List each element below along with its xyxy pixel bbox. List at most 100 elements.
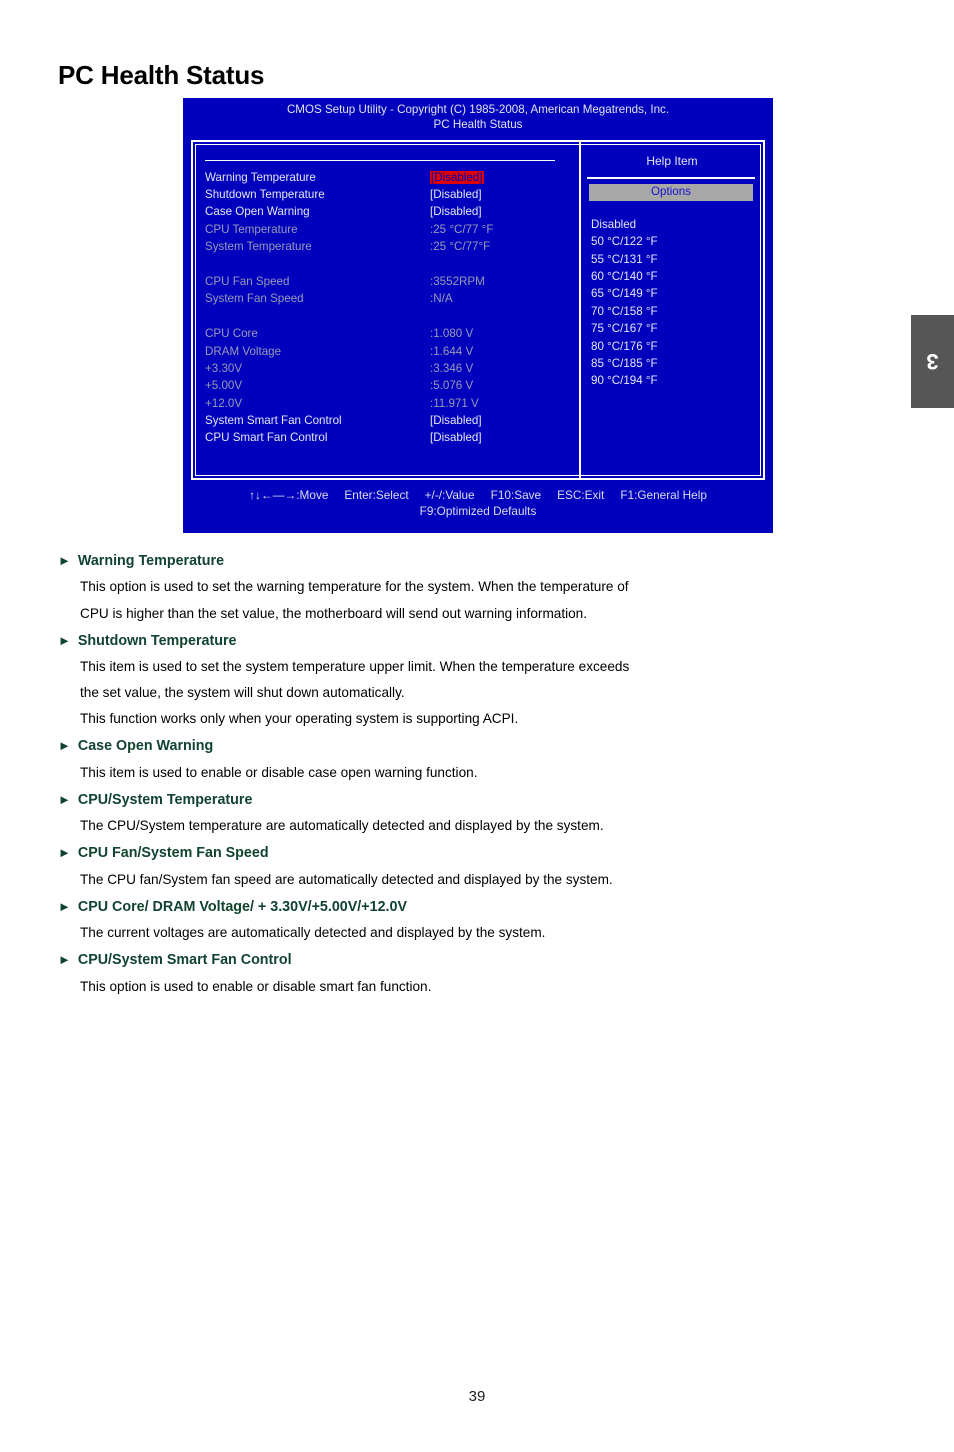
bios-footer: ↑↓←—→:Move Enter:Select +/-/:Value F10:Save… [183,488,773,519]
triangle-right-icon: ► [58,845,71,861]
section-paragraph: This function works only when your opera… [80,711,519,727]
bios-setting-row[interactable]: System Smart Fan Control [Disabled] [205,412,569,429]
description-content: ► Warning Temperature This option is used … [58,551,888,1004]
bios-setting-label: +12.0V [205,396,243,410]
section-heading-text: CPU Fan/System Fan Speed [77,845,269,862]
section-heading: ► CPU/System Temperature [58,790,888,811]
bios-setting-value-selected[interactable]: [Disabled] [430,170,484,185]
options-list: Disabled 50 °C/122 °F 55 °C/131 °F 60 °C/14… [581,218,763,392]
section-heading: ► CPU/System Smart Fan Control [58,950,888,971]
bios-setting-value[interactable]: :3552RPM [430,275,485,289]
bios-setting-row[interactable]: Shutdown Temperature [Disabled] [205,186,569,203]
section-paragraph: CPU is higher than the set value, the mo… [80,605,588,621]
bios-row-spacer [205,256,569,273]
section-heading: ► Shutdown Temperature [58,631,888,652]
bios-setting-label: System Temperature [205,240,312,254]
section-paragraph: The CPU/System temperature are automatic… [80,818,604,834]
bios-setting-row[interactable]: CPU Temperature :25 °C/77 °F [205,221,569,238]
section-body: The current voltages are automatically d… [80,920,888,946]
option-item[interactable]: 60 °C/140 °F [591,270,763,287]
bios-setting-row[interactable]: Warning Temperature [Disabled] [205,169,569,186]
bios-setting-label: Case Open Warning [205,205,310,219]
bios-setting-label: Shutdown Temperature [205,188,325,202]
section-body: This option is used to set the warning t… [80,574,888,626]
bios-setting-label: DRAM Voltage [205,344,282,358]
section-paragraph: This option is used to set the warning t… [80,579,629,595]
bios-setting-row[interactable]: +5.00V :5.076 V [205,378,569,395]
bios-setting-label: Warning Temperature [205,170,316,184]
bios-item-list: Warning Temperature [Disabled] Shutdown Te… [193,169,579,447]
bios-setting-value[interactable]: [Disabled] [430,188,482,202]
section-paragraph: This option is used to enable or disable… [80,978,432,994]
section-heading-text: Shutdown Temperature [77,632,237,649]
bios-setting-row[interactable]: +3.30V :3.346 V [205,360,569,377]
section-body: The CPU fan/System fan speed are automat… [80,867,888,893]
option-item[interactable]: 75 °C/167 °F [591,322,763,339]
bios-setting-value[interactable]: [Disabled] [430,431,482,445]
bios-setting-value[interactable]: :5.076 V [430,379,473,393]
bios-setting-row[interactable]: System Temperature :25 °C/77°F [205,239,569,256]
bios-setting-label: System Fan Speed [205,292,304,306]
bios-setting-value[interactable]: :11.971 V [430,397,479,411]
bios-setting-value[interactable]: :3.346 V [430,362,473,376]
section-heading-text: CPU/System Smart Fan Control [77,952,292,969]
bios-setting-label: CPU Fan Speed [205,274,290,288]
bios-setting-label: CPU Temperature [205,222,298,236]
bios-setting-row[interactable]: CPU Smart Fan Control [Disabled] [205,430,569,447]
section-body: This option is used to enable or disable… [80,974,888,1000]
section-heading-text: Warning Temperature [77,553,225,569]
triangle-right-icon: ► [58,952,71,968]
bios-setting-value[interactable]: :N/A [430,292,453,306]
option-item[interactable]: 65 °C/149 °F [591,287,763,304]
option-item[interactable]: 80 °C/176 °F [591,340,763,357]
bios-setting-row[interactable]: System Fan Speed :N/A [205,291,569,308]
section-body: This item is used to set the system temp… [80,654,888,732]
triangle-right-icon: ► [58,632,71,648]
bios-key-hint: +/-/:Value [424,488,475,502]
bios-setting-row[interactable]: CPU Fan Speed :3552RPM [205,273,569,290]
option-item[interactable]: 55 °C/131 °F [591,253,763,270]
section-heading: ► Warning Temperature [58,551,888,572]
triangle-right-icon: ► [58,898,71,914]
section-heading: ► CPU Core/ DRAM Voltage/ + 3.30V/+5.00V/… [58,897,888,918]
bios-setting-value[interactable]: :25 °C/77 °F [430,223,493,237]
option-item[interactable]: 70 °C/158 °F [591,305,763,322]
section-heading-text: CPU Core/ DRAM Voltage/ + 3.30V/+5.00V/+… [77,898,407,915]
bios-setting-row[interactable]: Case Open Warning [Disabled] [205,204,569,221]
bios-setting-label: CPU Smart Fan Control [205,431,328,445]
page-title: PC Health Status [58,60,265,90]
bios-setting-value[interactable]: :1.080 V [430,327,473,341]
bios-key-hint: F1:General Help [620,488,707,502]
bios-setting-row[interactable]: CPU Core:1.080 V [205,326,569,343]
option-item[interactable]: 85 °C/185 °F [591,357,763,374]
bios-setting-value[interactable]: [Disabled] [430,414,482,428]
option-item[interactable]: Disabled [591,218,763,235]
bios-setting-row[interactable]: DRAM Voltage :1.644 V [205,343,569,360]
bios-setting-value[interactable]: [Disabled] [430,205,482,219]
section-heading-text: CPU/System Temperature [77,791,253,808]
bios-key-hints: ↑↓←—→:Move Enter:Select +/-/:Value F10:Save… [183,488,773,502]
option-item[interactable]: 90 °C/194 °F [591,374,763,391]
options-bar-label: Options [589,183,753,201]
bios-help-panel: Help Item Options Disabled 50 °C/122 °F 55… [581,142,763,478]
option-item[interactable]: 50 °C/122 °F [591,235,763,252]
bios-setting-row[interactable]: +12.0V :11.971 V [205,395,569,412]
section-heading: ► CPU Fan/System Fan Speed [58,843,888,864]
bios-setting-value[interactable]: :25 °C/77°F [430,240,490,254]
section-heading: ► Case Open Warning [58,736,888,757]
section-paragraph: The CPU fan/System fan speed are automat… [80,871,613,887]
help-panel-title: Help Item [646,154,698,168]
bios-key-hint: ↑↓←—→:Move [249,488,329,502]
page-number: 39 [468,1388,486,1405]
bios-body: Warning Temperature [Disabled] Shutdown Te… [191,140,765,480]
triangle-right-icon: ► [58,553,71,568]
settings-divider [205,160,555,161]
selection-highlight: [Disabled] [430,170,484,184]
bios-row-spacer [205,308,569,325]
bios-setting-value[interactable]: :1.644 V [430,345,473,359]
bios-setting-label: +5.00V [205,379,243,393]
section-paragraph: the set value, the system will shut down… [80,685,405,701]
bios-key-hint: Enter:Select [344,488,409,502]
section-paragraph: This item is used to enable or disable c… [80,764,478,780]
bios-setting-label: +3.30V [205,361,243,375]
